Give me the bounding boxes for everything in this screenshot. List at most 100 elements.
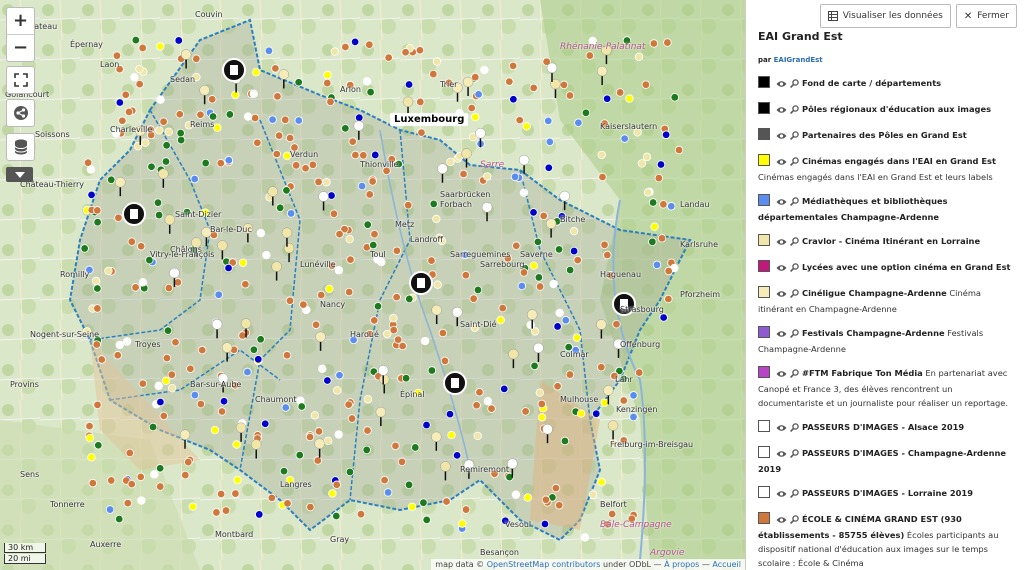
map-marker[interactable] [291, 161, 301, 170]
map-marker[interactable] [333, 386, 342, 395]
map-marker[interactable] [368, 177, 377, 186]
map-marker[interactable] [553, 382, 562, 391]
map-marker[interactable] [173, 278, 183, 287]
map-marker[interactable] [213, 123, 222, 132]
layer-item[interactable]: Cravlor - Cinéma Itinérant en Lorraine [758, 234, 1016, 250]
layer-color-swatch[interactable] [758, 260, 770, 272]
map-marker[interactable] [176, 128, 185, 138]
map-marker[interactable] [196, 399, 206, 409]
map-marker[interactable] [483, 172, 492, 181]
map-marker[interactable] [201, 158, 210, 168]
map-marker[interactable] [661, 130, 671, 139]
map-marker[interactable] [85, 421, 94, 431]
map-marker[interactable] [318, 364, 327, 373]
map-marker[interactable] [383, 488, 393, 497]
zoom-to-layer-icon[interactable] [790, 368, 799, 382]
map-marker[interactable] [233, 475, 242, 485]
eye-icon[interactable] [776, 514, 787, 528]
map-marker[interactable] [241, 280, 250, 289]
map-marker[interactable] [521, 407, 530, 416]
map-marker[interactable] [603, 250, 612, 260]
map-marker[interactable] [323, 436, 333, 445]
map-marker[interactable] [310, 411, 320, 420]
map-marker[interactable] [537, 413, 547, 422]
map-marker[interactable] [221, 506, 231, 515]
map-marker[interactable] [186, 364, 195, 373]
map-marker[interactable] [389, 314, 398, 323]
map-marker[interactable] [508, 61, 518, 71]
layer-color-swatch[interactable] [758, 194, 770, 206]
map-marker[interactable] [344, 287, 354, 297]
map-marker[interactable] [107, 175, 116, 184]
map-marker[interactable] [231, 489, 240, 498]
map-marker[interactable] [311, 320, 321, 329]
map-marker[interactable] [634, 52, 644, 62]
map-marker[interactable] [112, 51, 122, 60]
map-marker[interactable] [130, 73, 139, 82]
map-marker[interactable] [332, 480, 341, 489]
map-marker[interactable] [512, 241, 521, 250]
eye-icon[interactable] [776, 288, 787, 302]
map-marker[interactable] [86, 165, 96, 174]
map-marker[interactable] [529, 208, 538, 217]
map-marker[interactable] [592, 409, 601, 418]
map-marker[interactable] [540, 519, 550, 529]
map-marker[interactable] [511, 490, 521, 499]
map-marker[interactable] [620, 134, 629, 143]
map-marker[interactable] [127, 237, 137, 246]
layer-color-swatch[interactable] [758, 128, 770, 140]
map-marker[interactable] [597, 150, 606, 160]
map-marker[interactable] [285, 133, 295, 143]
map-marker[interactable] [150, 470, 159, 479]
map-marker[interactable] [369, 240, 378, 250]
map-marker[interactable] [154, 381, 163, 391]
map-marker[interactable] [541, 495, 551, 504]
map-marker[interactable] [328, 489, 337, 498]
author-link[interactable]: EAIGrandEst [774, 56, 823, 64]
map-marker[interactable] [588, 490, 598, 499]
map-marker[interactable] [619, 396, 628, 405]
map-marker[interactable] [219, 397, 229, 406]
map-marker[interactable] [216, 158, 225, 168]
map-marker[interactable] [469, 294, 478, 303]
map-marker[interactable] [137, 496, 146, 505]
map-marker[interactable] [87, 453, 96, 462]
map-marker[interactable] [281, 403, 290, 412]
map-marker[interactable] [659, 313, 668, 322]
map-marker[interactable] [452, 451, 462, 460]
eye-icon[interactable] [776, 368, 787, 382]
map-marker[interactable] [496, 315, 505, 325]
map-marker[interactable] [377, 257, 386, 267]
map-marker[interactable] [357, 181, 367, 191]
osm-link[interactable]: OpenStreetMap contributors [487, 560, 601, 569]
map-marker[interactable] [325, 284, 334, 294]
map-marker[interactable] [83, 158, 93, 167]
map-marker[interactable] [407, 502, 417, 512]
map-marker[interactable] [615, 88, 625, 97]
map-marker[interactable] [573, 255, 582, 265]
eye-icon[interactable] [776, 488, 787, 502]
map-marker[interactable] [88, 478, 98, 488]
map-marker[interactable] [155, 464, 165, 473]
map-marker[interactable] [274, 131, 284, 140]
map-marker[interactable] [534, 273, 544, 282]
map-marker[interactable] [272, 149, 281, 159]
layer-item[interactable]: Cinémas engagés dans l'EAI en Grand Est … [758, 154, 1016, 184]
map-marker[interactable] [156, 95, 165, 104]
map-marker[interactable] [162, 353, 172, 363]
map-marker[interactable] [251, 67, 261, 77]
map-marker[interactable] [664, 266, 673, 276]
map-marker[interactable] [391, 441, 400, 451]
fullscreen-button[interactable] [6, 66, 35, 94]
map-marker[interactable] [190, 174, 199, 184]
map-marker[interactable] [156, 482, 165, 491]
map-marker[interactable] [93, 400, 102, 410]
map-marker[interactable] [429, 69, 438, 79]
map-marker[interactable] [574, 118, 583, 127]
map-marker[interactable] [519, 268, 529, 277]
layer-color-swatch[interactable] [758, 102, 770, 114]
map-marker[interactable] [118, 116, 127, 125]
map-marker[interactable] [366, 87, 375, 97]
pole-marker[interactable] [122, 202, 146, 226]
map-marker[interactable] [600, 398, 609, 407]
